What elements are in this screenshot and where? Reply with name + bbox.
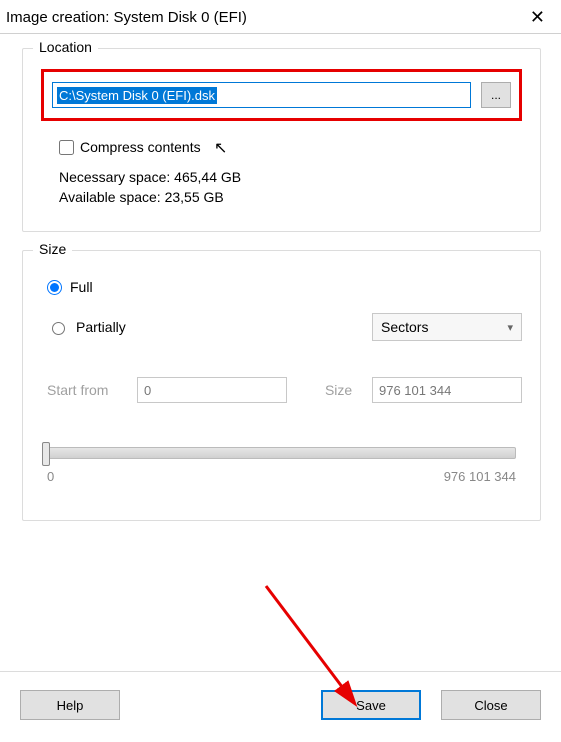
location-group: Location C:\System Disk 0 (EFI).dsk ... … — [22, 48, 541, 232]
size-partial-label: Partially — [76, 319, 126, 335]
compress-checkbox[interactable] — [59, 140, 74, 155]
browse-button[interactable]: ... — [481, 82, 511, 108]
compress-label: Compress contents — [80, 139, 201, 155]
size-group: Size Full Partially Sectors ▾ Start from… — [22, 250, 541, 521]
help-button[interactable]: Help — [20, 690, 120, 720]
slider-track[interactable] — [47, 447, 516, 459]
path-input[interactable]: C:\System Disk 0 (EFI).dsk — [52, 82, 471, 108]
size-label: Size — [325, 382, 362, 398]
close-icon[interactable]: ✕ — [522, 7, 553, 28]
size-input[interactable] — [372, 377, 522, 403]
save-button[interactable]: Save — [321, 690, 421, 720]
location-highlight: C:\System Disk 0 (EFI).dsk ... — [41, 69, 522, 121]
available-space: Available space: 23,55 GB — [59, 189, 522, 205]
unit-selected: Sectors — [381, 319, 428, 335]
slider-min: 0 — [47, 469, 54, 484]
size-full-label: Full — [70, 279, 93, 295]
size-full-radio[interactable] — [47, 280, 62, 295]
slider-max: 976 101 344 — [444, 469, 516, 484]
range-row: Start from Size — [47, 377, 522, 403]
window-title: Image creation: System Disk 0 (EFI) — [6, 9, 247, 26]
size-partial-row: Partially Sectors ▾ — [47, 313, 522, 341]
dialog-content: Location C:\System Disk 0 (EFI).dsk ... … — [0, 34, 561, 549]
slider-handle[interactable] — [42, 442, 50, 466]
size-full-row[interactable]: Full — [47, 279, 522, 295]
range-slider[interactable]: 0 976 101 344 — [47, 447, 516, 484]
location-legend: Location — [33, 39, 98, 55]
start-from-input[interactable] — [137, 377, 287, 403]
titlebar: Image creation: System Disk 0 (EFI) ✕ — [0, 0, 561, 34]
necessary-space: Necessary space: 465,44 GB — [59, 169, 522, 185]
close-button[interactable]: Close — [441, 690, 541, 720]
unit-select[interactable]: Sectors ▾ — [372, 313, 522, 341]
size-legend: Size — [33, 241, 72, 257]
start-from-label: Start from — [47, 382, 127, 398]
chevron-down-icon: ▾ — [507, 321, 513, 334]
path-value: C:\System Disk 0 (EFI).dsk — [57, 87, 217, 104]
compress-checkbox-row[interactable]: Compress contents — [59, 139, 522, 155]
size-partial-radio[interactable] — [52, 322, 65, 335]
button-bar: Help Save Close — [0, 671, 561, 720]
slider-labels: 0 976 101 344 — [47, 469, 516, 484]
